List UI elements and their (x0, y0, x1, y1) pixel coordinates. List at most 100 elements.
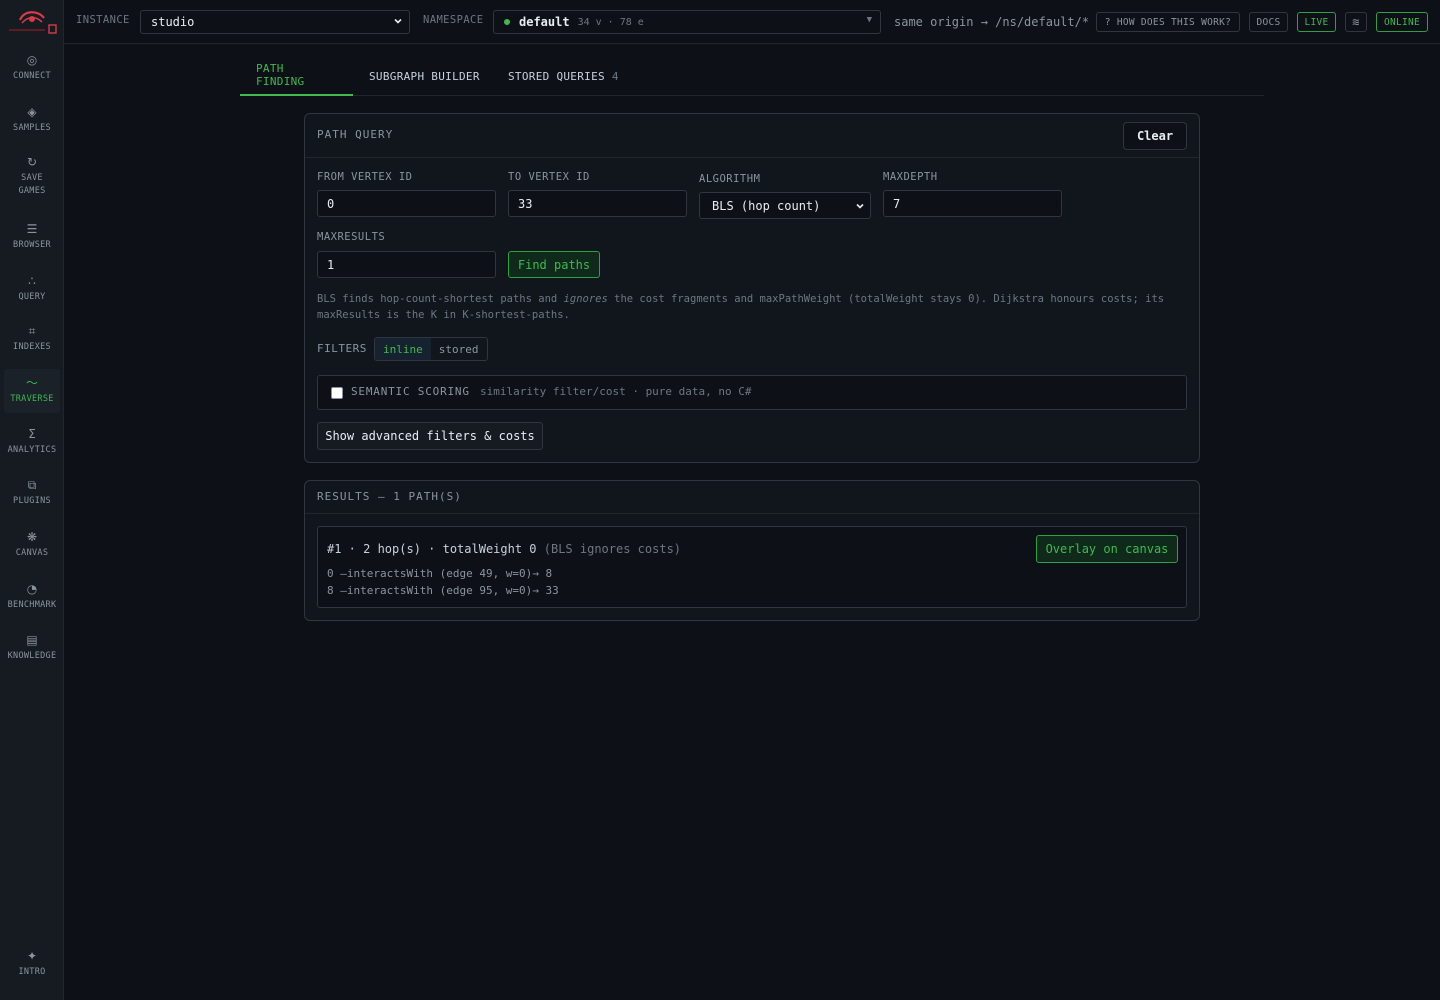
sigma-icon: Σ (28, 427, 36, 441)
from-vertex-label: FROM VERTEX ID (317, 171, 413, 183)
semantic-scoring-checkbox[interactable] (331, 387, 343, 399)
namespace-select[interactable]: default 34 v · 78 e ▼ (493, 10, 881, 34)
sidebar-item-label: BROWSER (13, 240, 51, 250)
sidebar-item-knowledge[interactable]: ▤ KNOWLEDGE (4, 632, 60, 663)
chevron-down-icon (856, 203, 864, 209)
sidebar-item-label: QUERY (18, 292, 46, 302)
algorithm-value: BLS (hop count) (712, 198, 821, 213)
instance-value: studio (151, 15, 195, 29)
sidebar-item-query[interactable]: ∴ QUERY (4, 273, 60, 304)
panel-title: PATH QUERY (317, 128, 394, 141)
tab-bar: PATH FINDING SUBGRAPH BUILDER STORED QUE… (240, 56, 1264, 96)
results-header: RESULTS — 1 PATH(S) (305, 481, 1199, 514)
sparkle-icon: ✦ (26, 949, 38, 963)
tab-stored-queries[interactable]: STORED QUERIES 4 (492, 56, 635, 96)
filters-label: FILTERS (317, 342, 367, 355)
path-summary: #1 · 2 hop(s) · totalWeight 0 (BLS ignor… (327, 542, 681, 556)
book-icon: ▤ (26, 633, 38, 647)
from-vertex-input[interactable] (317, 190, 496, 217)
path-result-card: #1 · 2 hop(s) · totalWeight 0 (BLS ignor… (317, 526, 1187, 608)
origin-text: same origin → /ns/default/* (894, 15, 1090, 29)
wave-icon[interactable]: ≋ (1345, 12, 1367, 32)
path-query-panel: PATH QUERY Clear FROM VERTEX ID TO VERTE… (304, 113, 1200, 463)
maxdepth-input[interactable] (883, 190, 1062, 217)
live-button[interactable]: LIVE (1297, 12, 1336, 32)
filter-inline-option[interactable]: inline (375, 338, 431, 360)
sidebar-item-label: CONNECT (13, 71, 51, 81)
maxresults-input[interactable] (317, 251, 496, 278)
docs-button[interactable]: DOCS (1249, 12, 1288, 32)
path-hop: 8 —interactsWith (edge 95, w=0)→ 33 (327, 584, 559, 597)
sidebar: ◎ CONNECT ◈ SAMPLES ↻ SAVE GAMES ☰ BROWSER ∴ QUER… (0, 0, 64, 1000)
namespace-label: NAMESPACE (423, 14, 484, 26)
index-icon: ⌗ (28, 324, 36, 338)
algorithm-label: ALGORITHM (699, 173, 761, 185)
tab-label: SUBGRAPH BUILDER (369, 69, 480, 83)
sidebar-item-label: SAVE GAMES (18, 173, 46, 196)
namespace-stats: 34 v · 78 e (577, 16, 644, 28)
instance-label: INSTANCE (76, 14, 130, 26)
plugins-icon: ⧉ (27, 478, 37, 492)
sidebar-item-benchmark[interactable]: ◔ BENCHMARK (4, 581, 60, 612)
sidebar-item-label: ANALYTICS (7, 445, 57, 455)
maxresults-label: MAXRESULTS (317, 231, 386, 243)
path-hop: 0 —interactsWith (edge 49, w=0)→ 8 (327, 567, 553, 580)
results-panel: RESULTS — 1 PATH(S) #1 · 2 hop(s) · tota… (304, 480, 1200, 621)
filters-toggle: inline stored (374, 337, 488, 361)
samples-icon: ◈ (27, 105, 37, 119)
note-emphasis: ignores (563, 293, 608, 305)
algorithm-select[interactable]: BLS (hop count) (699, 192, 871, 219)
sidebar-item-label: CANVAS (15, 548, 49, 558)
caret-down-icon: ▼ (866, 15, 872, 25)
sidebar-item-label: KNOWLEDGE (7, 651, 57, 661)
gauge-icon: ◔ (26, 582, 38, 596)
maxdepth-label: MAXDEPTH (883, 171, 938, 183)
tab-label: STORED QUERIES (508, 69, 605, 83)
sidebar-item-canvas[interactable]: ❋ CANVAS (4, 529, 60, 560)
to-vertex-input[interactable] (508, 190, 687, 217)
top-bar: INSTANCE studio NAMESPACE default 34 v ·… (64, 0, 1440, 44)
sidebar-item-samples[interactable]: ◈ SAMPLES (4, 104, 60, 135)
overlay-on-canvas-button[interactable]: Overlay on canvas (1036, 535, 1178, 563)
sidebar-item-connect[interactable]: ◎ CONNECT (4, 52, 60, 83)
semantic-scoring-box: SEMANTIC SCORING similarity filter/cost … (317, 375, 1187, 410)
refresh-icon: ↻ (26, 155, 38, 169)
list-icon: ☰ (26, 222, 38, 236)
sidebar-item-label: PLUGINS (13, 496, 51, 506)
query-icon: ∴ (28, 274, 36, 288)
sidebar-item-traverse[interactable]: 〜 TRAVERSE (4, 369, 60, 413)
connect-icon: ◎ (26, 53, 38, 67)
namespace-name: default (519, 15, 570, 29)
clear-button[interactable]: Clear (1123, 122, 1187, 150)
chevron-down-icon (394, 18, 402, 24)
help-button[interactable]: ? HOW DOES THIS WORK? (1096, 12, 1240, 32)
sidebar-item-analytics[interactable]: Σ ANALYTICS (4, 426, 60, 457)
results-title: RESULTS — 1 PATH(S) (317, 490, 462, 503)
show-advanced-button[interactable]: Show advanced filters & costs (317, 422, 543, 450)
panel-header: PATH QUERY Clear (305, 114, 1199, 158)
sidebar-item-save-games[interactable]: ↻ SAVE GAMES (4, 154, 60, 198)
tab-subgraph-builder[interactable]: SUBGRAPH BUILDER (353, 56, 496, 96)
status-dot-icon (504, 19, 510, 25)
canvas-icon: ❋ (26, 530, 38, 544)
note-text: BLS finds hop-count-shortest paths and (317, 293, 564, 305)
sidebar-item-label: BENCHMARK (7, 600, 57, 610)
online-badge: ONLINE (1376, 12, 1428, 32)
instance-select[interactable]: studio (140, 10, 410, 34)
tab-path-finding[interactable]: PATH FINDING (240, 56, 353, 96)
sidebar-item-browser[interactable]: ☰ BROWSER (4, 221, 60, 252)
find-paths-button[interactable]: Find paths (508, 251, 600, 278)
semantic-scoring-title: SEMANTIC SCORING (351, 385, 470, 398)
semantic-scoring-description: similarity filter/cost · pure data, no C… (480, 385, 752, 398)
app-logo (9, 11, 57, 34)
sidebar-item-plugins[interactable]: ⧉ PLUGINS (4, 477, 60, 508)
algorithm-note: BLS finds hop-count-shortest paths and i… (317, 291, 1187, 323)
sidebar-item-label: INTRO (18, 967, 46, 977)
filter-stored-option[interactable]: stored (431, 338, 487, 360)
traverse-icon: 〜 (25, 376, 38, 390)
path-summary-note: (BLS ignores costs) (543, 542, 682, 556)
tab-count-badge: 4 (611, 69, 619, 83)
sidebar-item-label: SAMPLES (13, 123, 51, 133)
sidebar-item-indexes[interactable]: ⌗ INDEXES (4, 323, 60, 354)
sidebar-item-intro[interactable]: ✦ INTRO (4, 948, 60, 979)
